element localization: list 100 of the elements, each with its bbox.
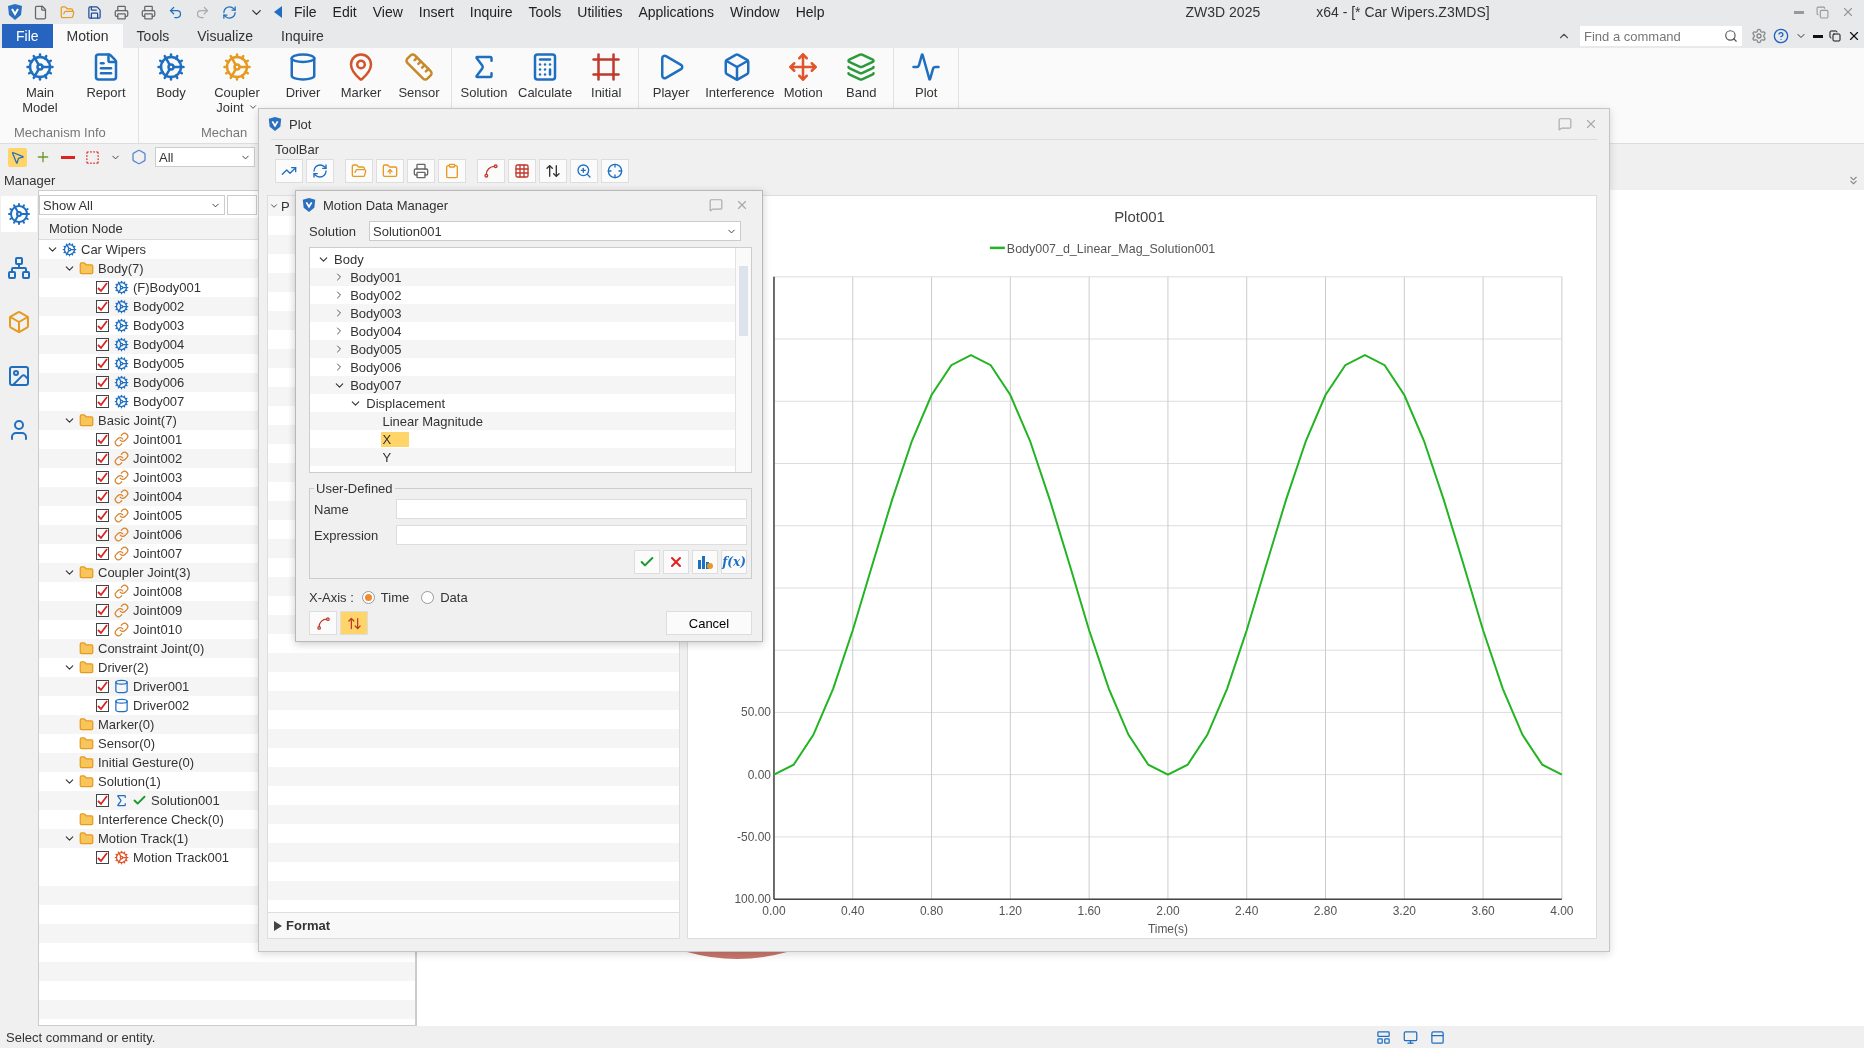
tree-item[interactable]: Joint006 (132, 527, 184, 542)
checkbox[interactable] (96, 300, 109, 313)
tree-item[interactable]: Solution(1) (97, 774, 162, 789)
ribbon-button[interactable]: Solution (456, 50, 512, 102)
tree-item[interactable]: Body007 (132, 394, 186, 409)
tree-item[interactable]: Driver002 (132, 698, 191, 713)
tree-item[interactable]: Interference Check(0) (97, 812, 225, 827)
search-field[interactable]: Find a command (1580, 26, 1720, 46)
ribbon-button[interactable]: Sensor (391, 50, 447, 102)
menu-item[interactable]: Edit (327, 2, 362, 22)
checkbox[interactable] (96, 699, 109, 712)
ribbon-button[interactable]: Player (643, 50, 700, 102)
ribbon-button[interactable]: Interference (701, 50, 774, 102)
menu-item[interactable]: File (289, 2, 322, 22)
search-button[interactable] (1720, 26, 1742, 46)
menu-item[interactable]: Inquire (464, 2, 518, 22)
tree-item[interactable]: Body006 (349, 359, 403, 375)
input-field[interactable] (396, 499, 747, 519)
toolbar-button[interactable] (407, 159, 435, 183)
menu-item[interactable]: Window (724, 2, 785, 22)
tree-item[interactable]: Body002 (349, 287, 403, 303)
checkbox[interactable] (96, 623, 109, 636)
checkbox[interactable] (96, 452, 109, 465)
delete-button[interactable] (663, 550, 689, 574)
checkbox[interactable] (96, 509, 109, 522)
ribbon-button[interactable]: Plot (898, 50, 955, 102)
tree-item[interactable]: Body007 (349, 377, 403, 393)
ribbon-button[interactable]: Marker (333, 50, 389, 102)
radio-button[interactable] (361, 590, 375, 604)
tool-button[interactable] (340, 611, 368, 635)
tree-item[interactable]: Joint004 (132, 489, 184, 504)
tree-item[interactable]: Joint007 (132, 546, 184, 561)
cancel-button[interactable]: Cancel (666, 611, 752, 635)
ribbon-tab[interactable]: File (2, 24, 53, 48)
input-field[interactable] (396, 525, 747, 545)
tree-item[interactable]: X (381, 431, 410, 447)
filter-dropdown[interactable]: All (155, 147, 255, 167)
tree-item[interactable]: Body005 (349, 341, 403, 357)
checkbox[interactable] (96, 338, 109, 351)
checkbox[interactable] (96, 680, 109, 693)
hexagon-button[interactable] (129, 147, 149, 167)
tree-item[interactable]: Joint003 (132, 470, 184, 485)
ribbon-button[interactable]: Driver (275, 50, 331, 102)
checkbox[interactable] (96, 319, 109, 332)
ribbon-button[interactable]: Body (143, 50, 199, 102)
checkbox[interactable] (96, 433, 109, 446)
checkbox[interactable] (96, 851, 109, 864)
tree-item[interactable]: Driver001 (132, 679, 191, 694)
radio-option[interactable]: Time (361, 589, 410, 605)
tree-item[interactable]: Solution001 (150, 793, 221, 808)
ribbon-button[interactable]: Initial (578, 50, 635, 102)
tree-item[interactable]: Body(7) (97, 261, 145, 276)
tree-item[interactable]: Body003 (132, 318, 186, 333)
tree-item[interactable]: Joint005 (132, 508, 184, 523)
tree-item[interactable]: Body002 (132, 299, 186, 314)
checkbox[interactable] (96, 604, 109, 617)
tree-item[interactable]: Marker(0) (97, 717, 156, 732)
checkbox[interactable] (96, 376, 109, 389)
checkbox[interactable] (96, 585, 109, 598)
data-button[interactable] (692, 550, 718, 574)
tree-item[interactable]: Body004 (132, 337, 186, 352)
checkbox[interactable] (96, 490, 109, 503)
tree-item[interactable]: Body005 (132, 356, 186, 371)
checkbox[interactable] (96, 471, 109, 484)
tree-item[interactable]: Coupler Joint(3) (97, 565, 192, 580)
tree-item[interactable]: Y (381, 449, 393, 465)
tree-item[interactable]: Sensor(0) (97, 736, 157, 751)
tree-item[interactable]: Joint009 (132, 603, 184, 618)
tree-item[interactable]: Basic Joint(7) (97, 413, 178, 428)
checkbox[interactable] (96, 281, 109, 294)
apply-button[interactable] (634, 550, 660, 574)
radio-option[interactable]: Data (421, 589, 468, 605)
menu-item[interactable]: Applications (633, 2, 719, 22)
ribbon-button[interactable]: Calculate (514, 50, 577, 102)
toolbar-button[interactable] (539, 159, 567, 183)
ribbon-button[interactable]: Main Model (4, 50, 76, 117)
tool-button[interactable] (309, 611, 337, 635)
menu-item[interactable]: Tools (523, 2, 567, 22)
filter-field[interactable] (227, 195, 257, 215)
ribbon-button[interactable]: Motion (775, 50, 832, 102)
tree-item[interactable]: Joint001 (132, 432, 184, 447)
menu-item[interactable]: Help (790, 2, 830, 22)
menu-item[interactable]: Utilities (572, 2, 628, 22)
tree-item[interactable]: (F)Body001 (132, 280, 202, 295)
scrollbar[interactable] (735, 248, 751, 472)
ribbon-tab[interactable]: Inquire (267, 24, 338, 48)
checkbox[interactable] (96, 395, 109, 408)
ribbon-button[interactable]: Report (78, 50, 134, 102)
tree-item[interactable]: Motion Track(1) (97, 831, 190, 846)
section-header[interactable]: P (281, 198, 290, 214)
tree-item[interactable]: Joint002 (132, 451, 184, 466)
tree-item[interactable]: Body001 (349, 269, 403, 285)
ribbon-button[interactable]: Coupler Joint (201, 50, 273, 117)
ribbon-tab[interactable]: Tools (122, 24, 184, 48)
checkbox[interactable] (96, 547, 109, 560)
tree-item[interactable]: Driver(2) (97, 660, 150, 675)
tree-item[interactable]: Body004 (349, 323, 403, 339)
ribbon-button[interactable]: Band (833, 50, 890, 102)
filter-dropdown[interactable]: Show All (39, 195, 225, 215)
checkbox[interactable] (96, 528, 109, 541)
